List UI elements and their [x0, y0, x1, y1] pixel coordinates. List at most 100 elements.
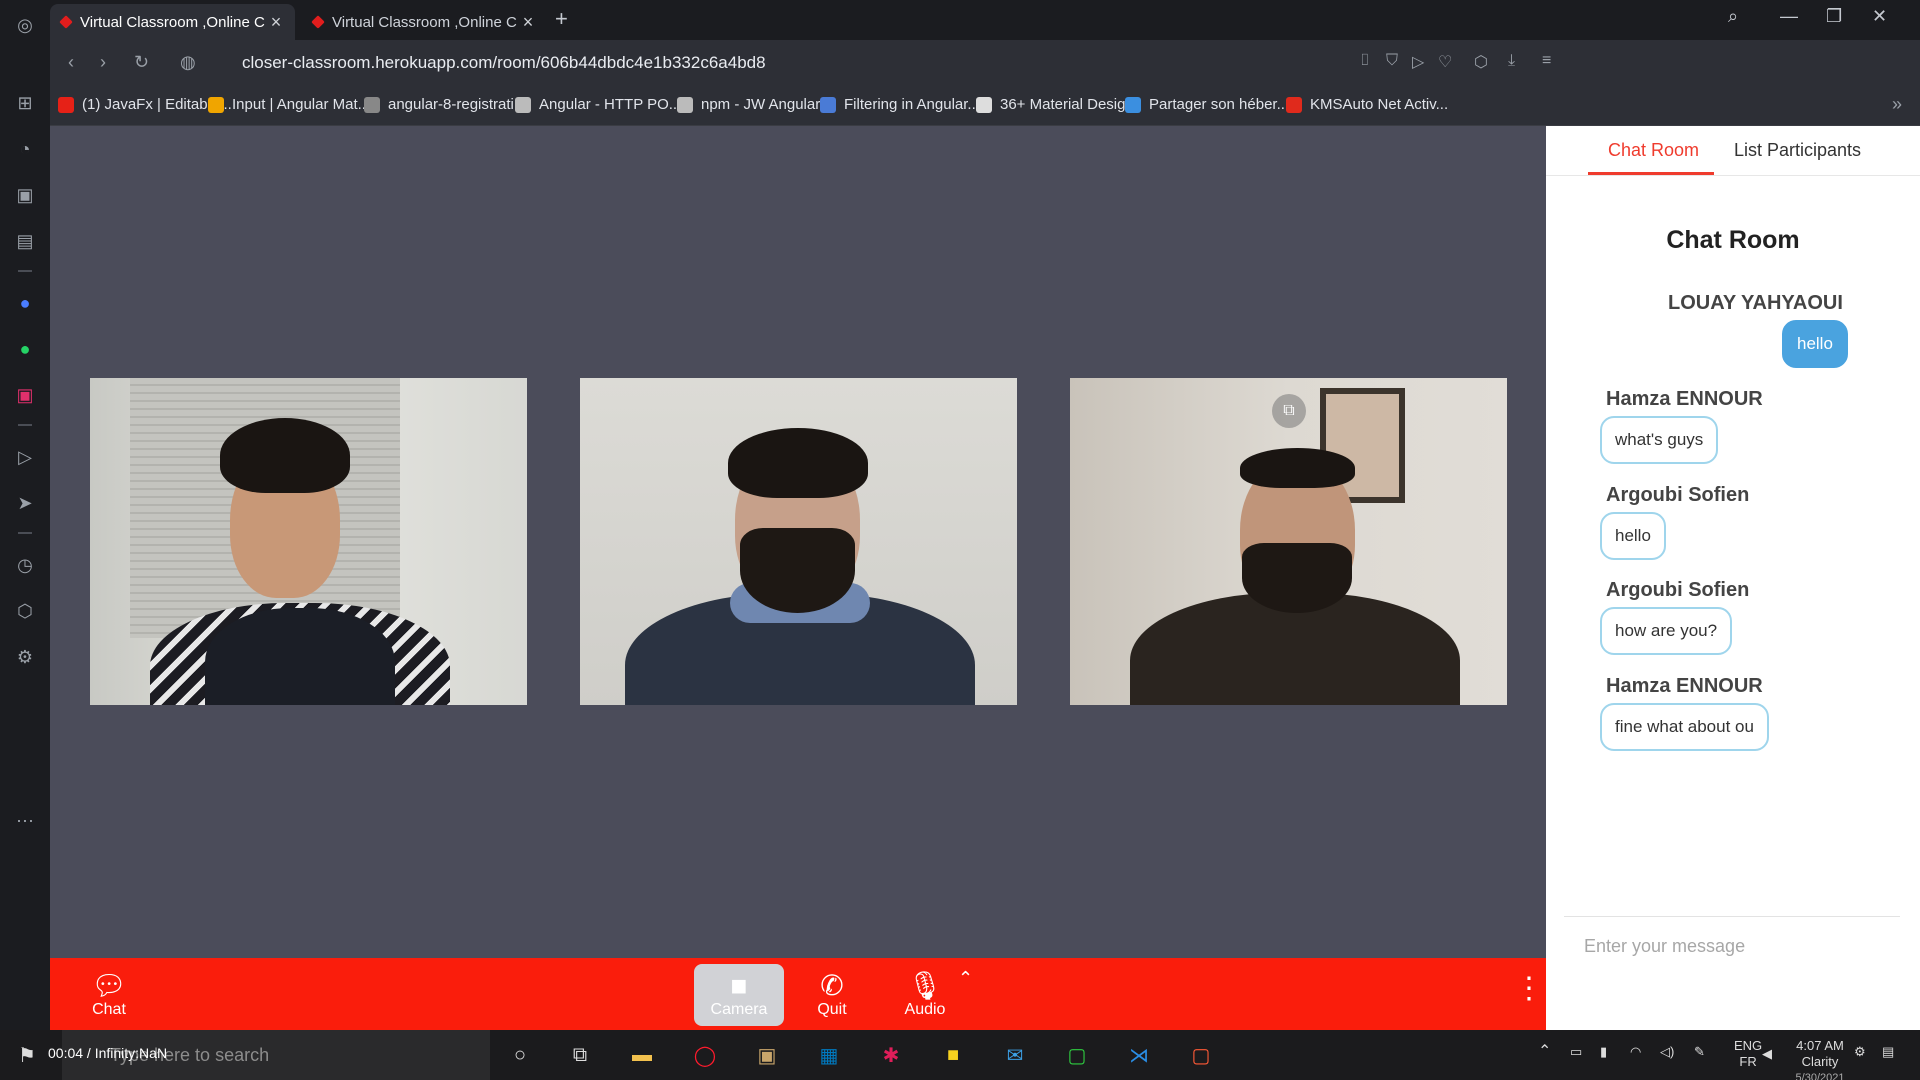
- minimize-icon[interactable]: —: [1780, 6, 1798, 27]
- video-camera-icon: ■: [730, 970, 748, 1001]
- trello-icon[interactable]: ▦: [812, 1038, 846, 1072]
- person-hair: [220, 418, 350, 493]
- video-tile-participant-1[interactable]: [90, 378, 527, 705]
- store-bag-icon[interactable]: ▣: [750, 1038, 784, 1072]
- share-send-icon[interactable]: ▷: [1412, 52, 1424, 72]
- extensions-icon[interactable]: ⬡: [1474, 52, 1488, 72]
- vscode-icon[interactable]: ⋊: [1122, 1038, 1156, 1072]
- language-code: ENG: [1734, 1038, 1763, 1053]
- bookmark-label: Partager son héber...: [1149, 96, 1290, 113]
- reload-icon[interactable]: ↻: [134, 52, 149, 73]
- notification-center-icon[interactable]: ▤: [1882, 1044, 1894, 1060]
- bookmark-favicon-icon: [1125, 96, 1141, 113]
- language-indicator[interactable]: ENG FR: [1734, 1038, 1762, 1070]
- shopping-bag-icon[interactable]: ▣: [12, 182, 38, 208]
- browser-tab[interactable]: Virtual Classroom ,Online C ×: [302, 4, 547, 40]
- chat-button[interactable]: 💬︎ Chat: [64, 964, 154, 1026]
- message-bubble: how are you?: [1600, 607, 1733, 655]
- windows-taskbar: ⚑ Type here to search 00:04 / Infinity:N…: [0, 1030, 1920, 1080]
- bookmark-label: Input | Angular Mat...: [232, 96, 371, 113]
- snapshot-camera-icon[interactable]: ⌷: [1360, 52, 1370, 70]
- sticky-notes-icon[interactable]: ■: [936, 1038, 970, 1072]
- recorder-app-icon[interactable]: ▢: [1184, 1038, 1218, 1072]
- site-info-globe-icon[interactable]: ◍: [180, 52, 196, 73]
- url-field[interactable]: closer-classroom.herokuapp.com/room/606b…: [242, 53, 766, 73]
- tray-chevron-up-icon[interactable]: ⌃: [1538, 1044, 1551, 1060]
- bookmark-favicon-icon: [820, 96, 836, 113]
- file-explorer-icon[interactable]: ▬: [625, 1038, 659, 1072]
- bookmark-label: Angular - HTTP PO...: [539, 96, 682, 113]
- video-tile-participant-2[interactable]: [580, 378, 1017, 705]
- sidebar-divider: [18, 270, 32, 272]
- new-tab-plus-icon[interactable]: +: [555, 6, 568, 32]
- camtasia-icon[interactable]: ▢: [1060, 1038, 1094, 1072]
- audio-button[interactable]: 🎙︎ Audio: [880, 964, 970, 1026]
- more-options-kebab-icon[interactable]: ⋮: [1514, 974, 1544, 1004]
- adblock-shield-icon[interactable]: ⛉: [1386, 52, 1398, 70]
- forward-arrow-icon[interactable]: ›: [100, 52, 106, 73]
- messenger-icon[interactable]: ●: [12, 290, 38, 316]
- cortana-circle-icon[interactable]: ○: [503, 1038, 537, 1072]
- tray-device-icon[interactable]: ▭: [1570, 1044, 1582, 1060]
- battery-icon[interactable]: ▮: [1600, 1044, 1607, 1060]
- bookmark-heart-icon[interactable]: ♡: [1438, 52, 1452, 72]
- pen-icon[interactable]: ✎: [1694, 1044, 1705, 1060]
- restore-icon[interactable]: ❐: [1826, 6, 1842, 27]
- camera-button[interactable]: ■ Camera: [694, 964, 784, 1026]
- bookmark-item[interactable]: 36+ Material Desig...: [976, 96, 1138, 113]
- video-tile-participant-3[interactable]: ⧉: [1070, 378, 1507, 705]
- task-view-icon[interactable]: ⧉: [563, 1038, 597, 1072]
- twitch-icon[interactable]: ▤: [12, 228, 38, 254]
- mail-icon[interactable]: ✉: [998, 1038, 1032, 1072]
- person-hair: [728, 428, 868, 498]
- close-tab-icon[interactable]: ×: [267, 12, 285, 33]
- wifi-icon[interactable]: ◠: [1630, 1044, 1641, 1060]
- instagram-icon[interactable]: ▣: [12, 382, 38, 408]
- bookmarks-overflow-icon[interactable]: »: [1892, 94, 1902, 115]
- downloads-icon[interactable]: ⤓: [1508, 52, 1515, 70]
- clock[interactable]: 4:07 AM Clarity 5/30/2021: [1780, 1038, 1860, 1080]
- history-icon[interactable]: ◷: [12, 552, 38, 578]
- message-sender: LOUAY YAHYAOUI: [1668, 292, 1843, 314]
- player-icon[interactable]: ▷: [12, 444, 38, 470]
- browser-tab-active[interactable]: Virtual Classroom ,Online C ×: [50, 4, 295, 40]
- start-flag-icon[interactable]: ⚑: [10, 1038, 44, 1072]
- gamepad-icon[interactable]: ⊞: [12, 90, 38, 116]
- message-bubble: fine what about ou: [1600, 703, 1769, 751]
- bookmark-item[interactable]: (1) JavaFx | Editable...: [58, 96, 232, 113]
- slack-icon[interactable]: ✱: [874, 1038, 908, 1072]
- search-tabs-icon[interactable]: ⌕: [1728, 6, 1738, 27]
- bookmark-item[interactable]: KMSAuto Net Activ...: [1286, 96, 1448, 113]
- audio-options-caret-icon[interactable]: ⌃: [958, 968, 973, 989]
- chat-panel: Chat Room List Participants Chat Room LO…: [1546, 126, 1920, 1030]
- more-dots-icon[interactable]: ⋯: [12, 808, 38, 834]
- send-icon[interactable]: ➤: [12, 490, 38, 516]
- volume-icon[interactable]: ◁): [1660, 1044, 1674, 1060]
- bookmark-item[interactable]: Input | Angular Mat...: [208, 96, 370, 113]
- opera-logo-icon[interactable]: ◎: [12, 12, 38, 38]
- bookmark-item[interactable]: Partager son héber...: [1125, 96, 1289, 113]
- close-tab-icon[interactable]: ×: [519, 12, 537, 33]
- video-stage: ⧉: [50, 126, 1546, 958]
- bookmark-item[interactable]: npm - JW Angular...: [677, 96, 832, 113]
- tab-list-participants[interactable]: List Participants: [1734, 140, 1861, 161]
- bookmark-item[interactable]: Filtering in Angular...: [820, 96, 980, 113]
- message-input[interactable]: [1584, 936, 1894, 957]
- bookmark-favicon-icon: [677, 96, 693, 113]
- chat-button-label: Chat: [92, 1001, 126, 1018]
- easy-setup-icon[interactable]: ≡: [1542, 52, 1551, 70]
- speed-dial-icon[interactable]: ◔: [12, 136, 38, 162]
- close-window-icon[interactable]: ✕: [1872, 6, 1887, 27]
- extensions-cube-icon[interactable]: ⬡: [12, 598, 38, 624]
- bookmark-item[interactable]: angular-8-registrati...: [364, 96, 526, 113]
- quit-button[interactable]: ✆ Quit: [787, 964, 877, 1026]
- picture-in-picture-icon[interactable]: ⧉: [1272, 394, 1306, 428]
- speaker-icon[interactable]: ◀: [1762, 1046, 1772, 1062]
- bookmark-item[interactable]: Angular - HTTP PO...: [515, 96, 681, 113]
- settings-gear-icon[interactable]: ⚙: [1854, 1044, 1866, 1060]
- back-arrow-icon[interactable]: ‹: [68, 52, 74, 73]
- settings-gear-icon[interactable]: ⚙: [12, 644, 38, 670]
- opera-browser-icon[interactable]: ◯: [688, 1038, 722, 1072]
- whatsapp-icon[interactable]: ●: [12, 336, 38, 362]
- tab-chat-room[interactable]: Chat Room: [1608, 140, 1699, 161]
